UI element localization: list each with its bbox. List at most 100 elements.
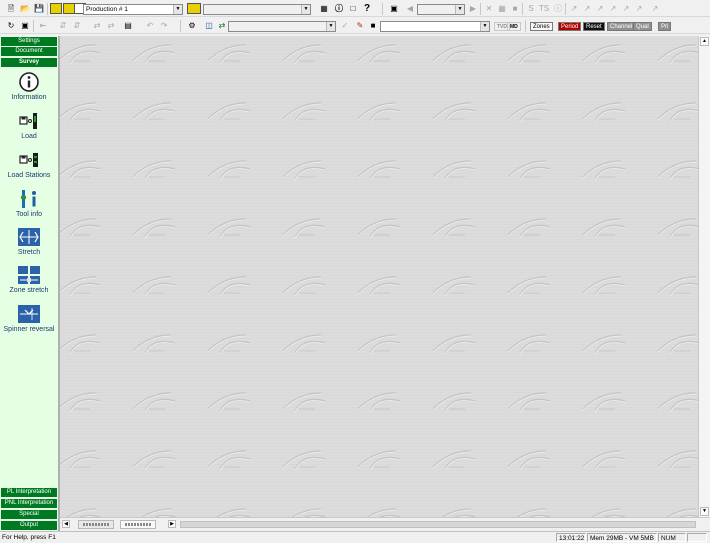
md-button[interactable]: MD xyxy=(507,22,521,31)
swap-icon[interactable]: ⇄ xyxy=(216,20,228,31)
tool-label: Spinner reversal xyxy=(3,326,55,333)
main-toolbar: 🗎 📂 💾 Production # 1 ▼ ▼ ▦ ⓘ □ ? ▣ ◀ ▼ ▶… xyxy=(0,1,710,17)
tab-special[interactable]: Special xyxy=(1,510,57,519)
folder-dropdown-icon[interactable] xyxy=(187,3,201,14)
sheet-tab-2[interactable] xyxy=(120,520,156,529)
align-icon-2[interactable]: ⇵ xyxy=(57,20,69,31)
info-circle-icon[interactable]: ⓘ xyxy=(333,3,345,14)
pri-button[interactable]: Pri xyxy=(658,22,672,31)
vertical-scrollbar[interactable]: ▲ ▼ xyxy=(698,36,710,517)
workspace-canvas[interactable] xyxy=(60,36,698,517)
redo-icon[interactable]: ↷ xyxy=(158,20,170,31)
chevron-down-icon[interactable]: ▼ xyxy=(301,5,310,14)
paint-icon[interactable]: ■ xyxy=(367,20,379,31)
empty-combo-2[interactable]: ▼ xyxy=(228,21,336,32)
tool-label: Tool info xyxy=(15,211,43,218)
align-icon-3[interactable]: ⇵ xyxy=(71,20,83,31)
production-combo-value: Production # 1 xyxy=(86,6,128,13)
tool-tool-info[interactable]: Tool info xyxy=(0,189,58,218)
node-icon-1[interactable]: ↗ xyxy=(568,3,580,14)
columns-icon[interactable]: ◫ xyxy=(203,20,215,31)
load-stations-icon xyxy=(19,153,38,167)
sheet-tab-1[interactable] xyxy=(78,520,114,529)
qual-button[interactable]: Qual xyxy=(633,22,652,31)
ts-tool-icon[interactable]: TS xyxy=(537,3,551,14)
tab-pnl-interpretation[interactable]: PNL Interpretation xyxy=(1,499,57,508)
sheet-tab-bar: ◀ ▶ xyxy=(60,517,710,531)
sidebar: Settings Document Survey Information Loa… xyxy=(0,36,58,531)
query-icon[interactable]: ▣ xyxy=(388,3,400,14)
tool-stretch[interactable]: Stretch xyxy=(0,227,58,256)
chevron-down-icon[interactable]: ▼ xyxy=(455,5,464,14)
align-icon-4[interactable]: ⇄ xyxy=(91,20,103,31)
zoom-icon[interactable]: ▣ xyxy=(19,20,31,31)
edit-square-icon[interactable]: □ xyxy=(347,3,359,14)
tab-settings[interactable]: Settings xyxy=(1,37,57,46)
layout-icon[interactable]: ▤ xyxy=(122,20,134,31)
production-combo[interactable]: Production # 1 ▼ xyxy=(83,4,183,15)
tool-label: Zone stretch xyxy=(9,287,49,294)
tool-label: Load Stations xyxy=(7,172,51,179)
scroll-down-icon[interactable]: ▼ xyxy=(700,507,709,516)
refresh-icon[interactable]: ↻ xyxy=(5,20,17,31)
tool-zone-stretch[interactable]: Zone stretch xyxy=(0,265,58,294)
node-icon-4[interactable]: ↗ xyxy=(607,3,619,14)
tab-survey[interactable]: Survey xyxy=(1,58,57,67)
navigation-combo[interactable]: ▼ xyxy=(417,4,465,15)
tab-pl-interpretation[interactable]: PL Interpretation xyxy=(1,488,57,497)
tab-scroll-left-icon[interactable]: ◀ xyxy=(62,520,70,528)
empty-combo-1[interactable]: ▼ xyxy=(203,4,311,15)
grid-icon[interactable]: ▦ xyxy=(496,3,508,14)
zones-button[interactable]: Zones xyxy=(530,22,553,31)
scroll-up-icon[interactable]: ▲ xyxy=(700,37,709,46)
load-icon xyxy=(19,113,37,129)
s-tool-icon[interactable]: S xyxy=(525,3,537,14)
horizontal-scroll-track[interactable] xyxy=(180,521,696,528)
save-icon[interactable]: 💾 xyxy=(33,3,45,14)
status-bar: For Help, press F1 13:01:22 Mem 29MB - V… xyxy=(0,531,710,543)
status-memory: Mem 29MB - VM 5MB xyxy=(587,533,657,542)
tool-label: Load xyxy=(21,133,37,140)
tool-label: Stretch xyxy=(17,249,41,256)
tab-scroll-right-icon[interactable]: ▶ xyxy=(168,520,176,528)
zone-stretch-icon xyxy=(18,266,40,284)
node-icon-7[interactable]: ↗ xyxy=(649,3,661,14)
node-icon-3[interactable]: ↗ xyxy=(594,3,606,14)
stop-icon[interactable]: ■ xyxy=(509,3,521,14)
tool-spinner-reversal[interactable]: Spinner reversal xyxy=(0,304,58,333)
align-icon-5[interactable]: ⇄ xyxy=(105,20,117,31)
period-button[interactable]: Period xyxy=(558,22,582,31)
marker-icon[interactable]: ✓ xyxy=(339,20,351,31)
tool-label: Information xyxy=(11,94,47,101)
node-icon-5[interactable]: ↗ xyxy=(620,3,632,14)
tool-information[interactable]: Information xyxy=(0,72,58,101)
new-file-icon[interactable]: 🗎 xyxy=(5,3,17,14)
secondary-toolbar: ↻ ▣ ⇤ ⇵ ⇵ ⇄ ⇄ ▤ ↶ ↷ ⚙ ◫ ⇄ ▼ ✓ ✎ ■ ▼ TVD … xyxy=(0,18,710,34)
settings-square-icon[interactable] xyxy=(50,3,62,14)
next-arrow-icon[interactable]: ▶ xyxy=(467,3,479,14)
open-folder-icon[interactable]: 📂 xyxy=(19,3,31,14)
node-icon-2[interactable]: ↗ xyxy=(581,3,593,14)
chevron-down-icon[interactable]: ▼ xyxy=(326,22,335,31)
align-icon-1[interactable]: ⇤ xyxy=(37,20,49,31)
reset-button[interactable]: Reset xyxy=(583,22,605,31)
help-icon[interactable]: ? xyxy=(361,3,373,14)
tool-load[interactable]: Load xyxy=(0,111,58,140)
info-tool-icon[interactable]: ⓘ xyxy=(552,3,564,14)
chevron-down-icon[interactable]: ▼ xyxy=(480,22,489,31)
tab-output[interactable]: Output xyxy=(1,521,57,530)
close-icon[interactable]: ✕ xyxy=(483,3,495,14)
prev-arrow-icon[interactable]: ◀ xyxy=(404,3,416,14)
brush-icon[interactable]: ✎ xyxy=(354,20,366,31)
status-empty-pane xyxy=(687,533,707,542)
tool-load-stations[interactable]: Load Stations xyxy=(0,150,58,179)
tile-view-icon[interactable]: ▦ xyxy=(318,3,330,14)
undo-icon[interactable]: ↶ xyxy=(144,20,156,31)
gear-icon[interactable]: ⚙ xyxy=(186,20,198,31)
information-icon xyxy=(19,72,39,92)
node-icon-6[interactable]: ↗ xyxy=(633,3,645,14)
channel-combo[interactable]: ▼ xyxy=(380,21,490,32)
channel-button[interactable]: Channel xyxy=(607,22,636,31)
tab-document[interactable]: Document xyxy=(1,47,57,56)
chevron-down-icon[interactable]: ▼ xyxy=(173,5,182,14)
